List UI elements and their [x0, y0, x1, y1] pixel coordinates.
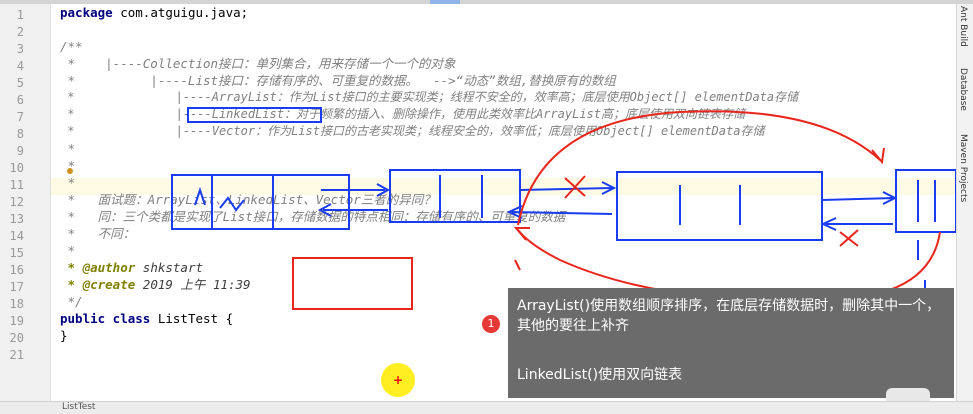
- status-file-name: ListTest: [62, 402, 96, 412]
- tooltip-line-linkedlist: LinkedList()使用双向链表: [517, 367, 683, 383]
- arrow-right: [821, 191, 898, 205]
- node-box-2: [389, 169, 521, 223]
- red-tick: [514, 259, 521, 271]
- cursor-highlight: +: [381, 363, 415, 397]
- arrow-left: [317, 203, 388, 217]
- bulb-icon: [67, 168, 73, 174]
- red-cross: [564, 175, 586, 199]
- arrow-left: [820, 217, 893, 231]
- arrow-left: [506, 205, 613, 219]
- empty-red-box: [292, 257, 413, 310]
- array-box-1: [171, 174, 350, 230]
- ant-build-tab[interactable]: Ant Build: [958, 6, 968, 47]
- red-arc-top: [517, 110, 885, 226]
- arrow-right: [321, 183, 391, 197]
- maven-projects-tab[interactable]: Maven Projects: [958, 134, 968, 202]
- database-tab[interactable]: Database: [958, 68, 968, 111]
- linkedlist-highlight-box: [187, 107, 322, 123]
- tooltip-line-arraylist: ArrayList()使用数组顺序排序，在底层存储数据时，删除其中一个，其他的要…: [517, 298, 941, 334]
- annotation-tooltip: ArrayList()使用数组顺序排序，在底层存储数据时，删除其中一个，其他的要…: [508, 288, 954, 398]
- node-box-4: [895, 169, 957, 233]
- notification-badge: 1: [482, 315, 500, 333]
- node-box-3: [616, 171, 823, 241]
- scribble-mark: [194, 186, 245, 212]
- right-tool-sidebar: Ant Build Database Maven Projects: [956, 4, 973, 401]
- red-cross: [839, 229, 859, 247]
- status-bar: ListTest: [0, 401, 973, 414]
